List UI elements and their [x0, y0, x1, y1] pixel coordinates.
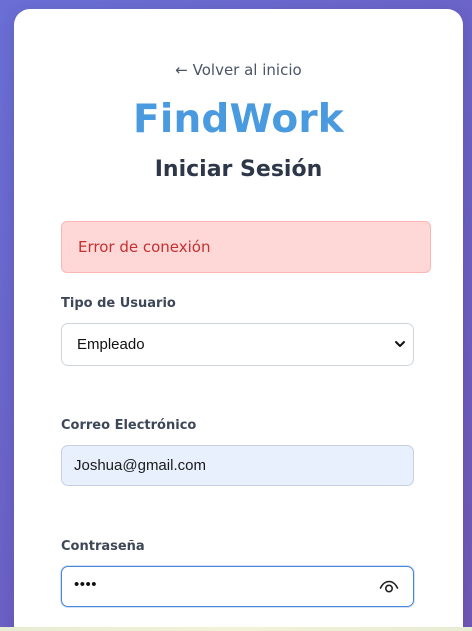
chevron-down-icon: [395, 341, 405, 347]
page-title: Iniciar Sesión: [154, 157, 323, 182]
user-type-label: Tipo de Usuario: [61, 296, 176, 311]
password-label: Contraseña: [61, 539, 145, 554]
email-field[interactable]: Joshua@gmail.com: [61, 445, 414, 486]
login-card: ← Volver al inicio FindWork Iniciar Sesi…: [14, 9, 463, 631]
password-field-value: ••••: [74, 576, 98, 593]
brand-logo: FindWork: [133, 97, 344, 142]
email-label: Correo Electrónico: [61, 418, 197, 433]
user-type-select[interactable]: Empleado: [61, 323, 414, 366]
back-to-home-link[interactable]: ← Volver al inicio: [14, 61, 463, 79]
user-type-selected-value: Empleado: [77, 336, 145, 353]
eye-icon[interactable]: [379, 578, 399, 596]
error-alert: Error de conexión: [61, 221, 431, 273]
password-field[interactable]: ••••: [61, 566, 414, 607]
email-field-value: Joshua@gmail.com: [74, 457, 206, 474]
bottom-divider: [0, 627, 472, 631]
